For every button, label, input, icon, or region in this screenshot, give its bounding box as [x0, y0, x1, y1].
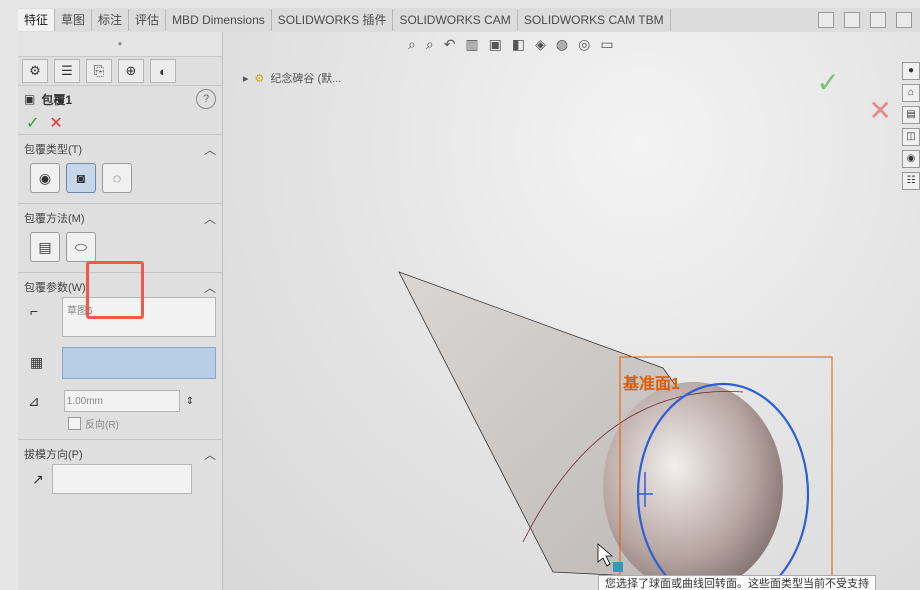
- pull-direction-header: 拔模方向(P): [24, 449, 83, 461]
- minimize-icon[interactable]: [870, 12, 886, 28]
- deboss-button[interactable]: ◙: [66, 163, 96, 193]
- thickness-icon: ⊿: [28, 392, 40, 409]
- wrap-type-header: 包覆类型(T): [24, 144, 83, 156]
- tab-sketch[interactable]: 草图: [55, 9, 93, 31]
- ok-button[interactable]: ✓: [26, 113, 39, 133]
- spinner-arrows-icon[interactable]: ⇕: [186, 396, 194, 407]
- property-manager-icon[interactable]: ☰: [54, 59, 80, 83]
- ok-cancel-row: ✓ ✕: [18, 112, 222, 134]
- tile-icon[interactable]: [844, 12, 860, 28]
- thickness-input[interactable]: [63, 390, 180, 412]
- configuration-manager-icon[interactable]: ⎘: [86, 59, 112, 83]
- tab-solidworks-cam-tbm[interactable]: SOLIDWORKS CAM TBM: [518, 9, 671, 31]
- pull-direction-section: 拔模方向(P) ︿ ↗: [18, 439, 222, 500]
- scribe-button[interactable]: ◌: [102, 163, 132, 193]
- sketch-selection-icon: ⌐: [30, 303, 39, 319]
- panel-collapse-handle[interactable]: •: [18, 32, 222, 57]
- analytical-method-button[interactable]: ▤: [30, 232, 60, 262]
- property-manager-panel: • ⚙ ☰ ⎘ ⊕ ◐ ▣ 包覆1 ? ✓ ✕ 包覆类型(T) ︿ ◉ ◙ ◌ 包…: [18, 32, 223, 590]
- maximize-icon[interactable]: [896, 12, 912, 28]
- restore-icon[interactable]: [818, 12, 834, 28]
- pull-direction-field[interactable]: [51, 464, 192, 494]
- wrap-type-section: 包覆类型(T) ︿ ◉ ◙ ◌: [18, 134, 222, 203]
- model-viewport: [398, 271, 833, 590]
- reverse-direction-row: 反向(R): [68, 413, 216, 433]
- tab-features[interactable]: 特征: [18, 9, 56, 31]
- window-controls: [818, 12, 920, 28]
- tab-evaluate[interactable]: 评估: [129, 9, 167, 31]
- feature-manager-icon[interactable]: ⚙: [22, 59, 48, 83]
- dim-xpert-icon[interactable]: ⊕: [118, 59, 144, 83]
- wrap-parameters-header: 包覆参数(W): [24, 282, 86, 294]
- sphere-surface[interactable]: [603, 382, 783, 590]
- unsupported-face-tooltip: 您选择了球面或曲线回转面。这些面类型当前不受支持: [598, 575, 876, 590]
- graphics-area[interactable]: ⌕ ⌕ ↶ ▥ ▣ ◧ ◈ ◍ ◎ ▭ ▸ ⚙ 纪念碑谷 (默... ✓ ✕ ●…: [223, 32, 920, 590]
- collapse-up-icon[interactable]: ︿: [204, 446, 216, 463]
- collapse-up-icon[interactable]: ︿: [204, 141, 216, 158]
- feature-title-row: ▣ 包覆1 ?: [18, 86, 222, 112]
- direction-arrow-icon: ↗: [32, 470, 44, 487]
- help-icon[interactable]: ?: [196, 89, 216, 109]
- emboss-button[interactable]: ◉: [30, 163, 60, 193]
- spline-surface-method-button[interactable]: ⬭: [66, 232, 96, 262]
- tab-annotation[interactable]: 标注: [92, 9, 130, 31]
- collapse-up-icon[interactable]: ︿: [204, 279, 216, 296]
- tab-mbd-dimensions[interactable]: MBD Dimensions: [166, 9, 272, 31]
- tab-solidworks-cam[interactable]: SOLIDWORKS CAM: [393, 9, 518, 31]
- plane-label: 基准面1: [623, 376, 680, 393]
- cancel-button[interactable]: ✕: [49, 113, 62, 133]
- command-tabs: 特征 草图 标注 评估 MBD Dimensions SOLIDWORKS 插件…: [18, 8, 920, 33]
- face-selection-icon: ▦: [30, 354, 44, 370]
- wrap-method-header: 包覆方法(M): [24, 213, 85, 225]
- manager-tabs: ⚙ ☰ ⎘ ⊕ ◐: [18, 57, 222, 86]
- reverse-direction-label: 反向(R): [85, 419, 119, 431]
- wrap-feature-icon: ▣: [24, 92, 36, 106]
- feature-title: 包覆1: [41, 92, 73, 107]
- tab-solidworks-addins[interactable]: SOLIDWORKS 插件: [272, 9, 394, 31]
- highlight-box: [86, 261, 144, 319]
- origin-marker: [613, 562, 623, 572]
- collapse-up-icon[interactable]: ︿: [204, 210, 216, 227]
- face-selection-field[interactable]: [62, 347, 216, 379]
- reverse-direction-checkbox[interactable]: [68, 416, 81, 430]
- display-manager-icon[interactable]: ◐: [150, 59, 176, 83]
